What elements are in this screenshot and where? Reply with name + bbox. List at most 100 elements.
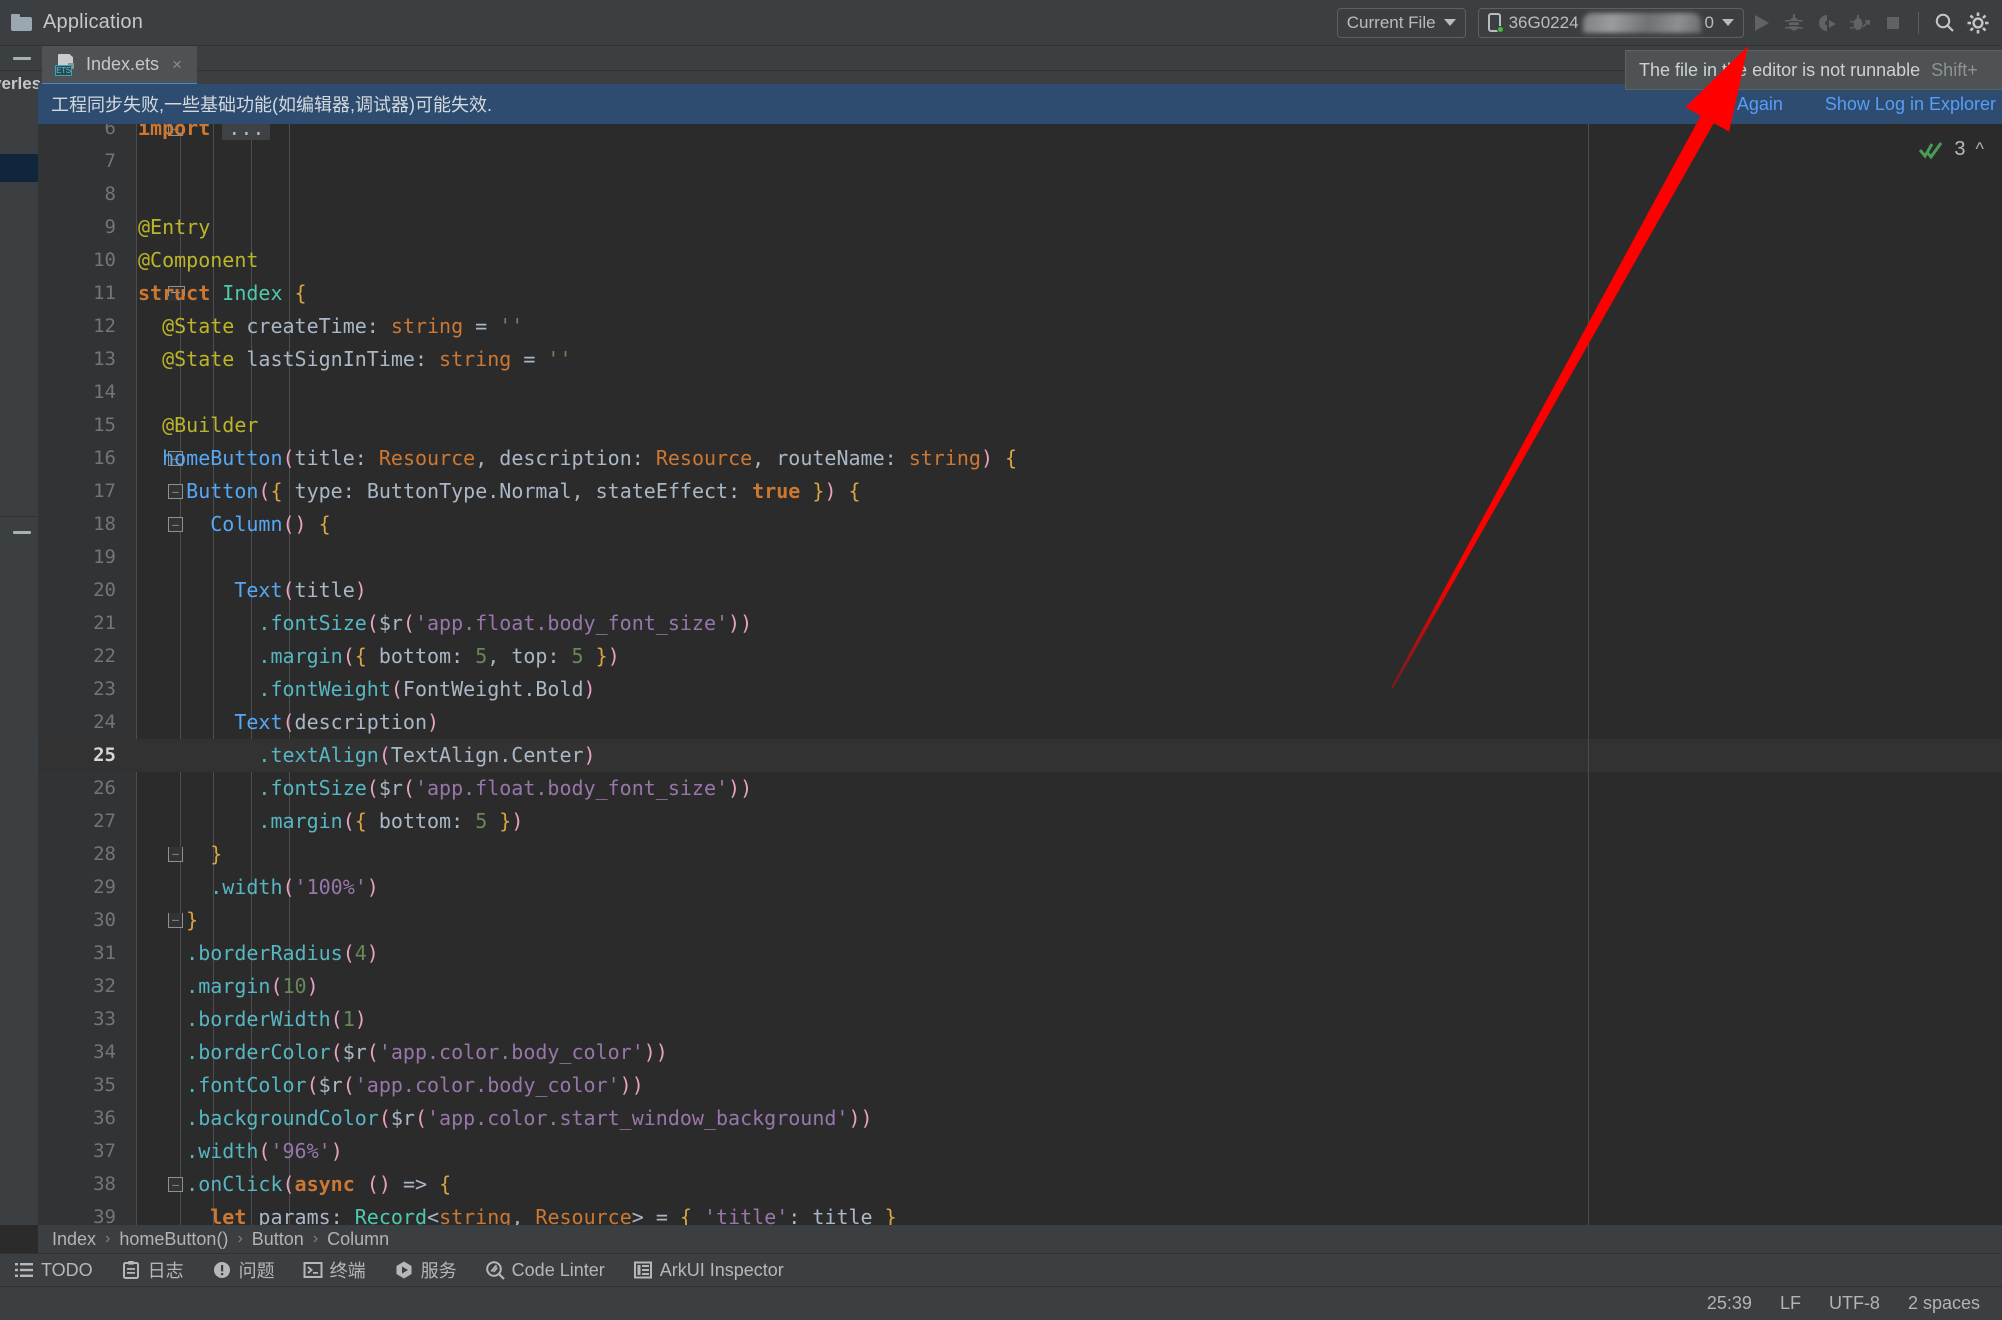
run-button[interactable] [1744,6,1777,40]
code-line[interactable]: 24 Text(description) [38,706,2002,739]
banner-message: 工程同步失败,一些基础功能(如编辑器,调试器)可能失效. [51,95,492,115]
chevron-up-icon[interactable]: ^ [1976,139,1984,160]
line-number: 7 [104,150,116,172]
breadcrumb-item[interactable]: Button [252,1229,304,1250]
code-line[interactable]: 13 @State lastSignInTime: string = '' [38,343,2002,376]
editor-splitter[interactable] [1588,124,1589,1225]
code-line[interactable]: 39 let params: Record<string, Resource> … [38,1201,2002,1225]
code-line[interactable]: 34 .borderColor($r('app.color.body_color… [38,1036,2002,1069]
code-line[interactable]: 9 @Entry [38,211,2002,244]
code-line[interactable]: 12 @State createTime: string = '' [38,310,2002,343]
profile-button[interactable] [1843,6,1876,40]
code-token: => [390,1172,440,1196]
code-editor[interactable]: 6– import ... 7 8 9 @Entry 10 @Component 11 struc… [38,124,2002,1225]
line-number: 9 [104,216,116,238]
code-line[interactable]: 31 .borderRadius(4) [38,937,2002,970]
code-line[interactable]: 8 [38,178,2002,211]
code-line[interactable]: 11 struct Index { [38,277,2002,310]
code-token: )) [619,1073,644,1097]
code-text: } [138,838,222,871]
code-token: } [138,908,199,932]
code-line[interactable]: 14 [38,376,2002,409]
indent-setting[interactable]: 2 spaces [1908,1293,1980,1314]
search-everywhere-button[interactable] [1928,6,1961,40]
tool-window-arkui-inspector[interactable]: ArkUI Inspector [619,1254,798,1287]
code-line[interactable]: 19 [38,541,2002,574]
minus-icon[interactable] [13,531,31,534]
code-line[interactable]: 28– } [38,838,2002,871]
debug-button[interactable] [1777,6,1810,40]
code-line[interactable]: 17– Button({ type: ButtonType.Normal, st… [38,475,2002,508]
tab-index-ets[interactable]: ETS Index.ets × [42,46,197,86]
code-line[interactable]: 16– homeButton(title: Resource, descript… [38,442,2002,475]
code-line[interactable]: 33 .borderWidth(1) [38,1003,2002,1036]
code-text: } [138,904,198,937]
code-token: ( [330,1007,343,1031]
caret-position[interactable]: 25:39 [1707,1293,1752,1314]
terminal-icon [303,1260,323,1280]
tool-window-todo[interactable]: TODO [0,1254,107,1287]
code-line[interactable]: 10 @Component [38,244,2002,277]
show-log-in-explorer-link[interactable]: Show Log in Explorer [1825,94,1996,115]
code-line[interactable]: 36 .backgroundColor($r('app.color.start_… [38,1102,2002,1135]
code-content[interactable]: 6– import ... 7 8 9 @Entry 10 @Component 11 struc… [38,124,2002,1225]
breadcrumb-item[interactable]: Index [52,1229,96,1250]
code-line[interactable]: 26 .fontSize($r('app.float.body_font_siz… [38,772,2002,805]
code-line[interactable]: 25 .textAlign(TextAlign.Center) [38,739,2002,772]
code-token: { [836,479,861,503]
tool-window-终端[interactable]: 终端 [289,1254,380,1287]
code-line[interactable]: 20 Text(title) [38,574,2002,607]
code-token: ( [270,974,283,998]
tool-window-服务[interactable]: 服务 [380,1254,471,1287]
code-token: ( [342,644,355,668]
code-line[interactable]: 21 .fontSize($r('app.float.body_font_siz… [38,607,2002,640]
inspection-widget[interactable]: 3 ^ [1918,138,1984,161]
tool-window-日志[interactable]: 日志 [107,1254,198,1287]
try-again-link[interactable]: Try Again [1708,94,1783,115]
breadcrumb-separator: › [105,1230,111,1247]
breadcrumb-item[interactable]: Column [327,1229,389,1250]
code-token: @Component [138,248,259,272]
tool-window-label: 问题 [238,1261,275,1281]
settings-button[interactable] [1961,6,1994,40]
file-encoding[interactable]: UTF-8 [1829,1293,1880,1314]
run-with-coverage-button[interactable] [1810,6,1843,40]
breadcrumb-item[interactable]: homeButton() [119,1229,228,1250]
banner-actions: Try Again Show Log in Explorer [1708,94,2002,115]
left-panel-selected-item[interactable] [0,154,38,182]
code-token: ButtonType.Normal [366,479,572,503]
device-selector[interactable]: 36G0224 0 [1477,7,1744,38]
code-token: .onClick [138,1172,283,1196]
code-line[interactable]: 30– } [38,904,2002,937]
line-number: 23 [93,678,116,700]
code-line[interactable]: 15 @Builder [38,409,2002,442]
ets-badge-label: ETS [55,64,72,76]
code-line[interactable]: 27 .margin({ bottom: 5 }) [38,805,2002,838]
code-token: 'app.color.start_window_background' [427,1106,849,1130]
code-line[interactable]: 22 .margin({ bottom: 5, top: 5 }) [38,640,2002,673]
code-line[interactable]: 38– .onClick(async () => { [38,1168,2002,1201]
code-token: Resource [655,446,753,470]
code-token: @Entry [138,215,211,239]
tool-window-问题[interactable]: 问题 [198,1254,289,1287]
code-token: : [342,479,367,503]
code-line[interactable]: 32 .margin(10) [38,970,2002,1003]
code-line[interactable]: 6– import ... [38,124,2002,145]
line-number: 35 [93,1074,116,1096]
run-configuration-selector[interactable]: Current File [1336,7,1466,38]
stop-button[interactable] [1876,6,1909,40]
code-line[interactable]: 37 .width('96%') [38,1135,2002,1168]
line-separator[interactable]: LF [1780,1293,1801,1314]
code-line[interactable]: 29 .width('100%') [38,871,2002,904]
breadcrumb-separator: › [237,1230,243,1247]
close-icon[interactable]: × [172,55,182,75]
code-line[interactable]: 18– Column() { [38,508,2002,541]
code-line[interactable]: 23 .fontWeight(FontWeight.Bold) [38,673,2002,706]
code-token: '100%' [294,875,367,899]
code-token: () [282,512,307,536]
tab-label: Index.ets [86,54,160,74]
minus-icon[interactable] [13,57,31,60]
tool-window-code-linter[interactable]: Code Linter [471,1254,619,1287]
code-line[interactable]: 35 .fontColor($r('app.color.body_color')… [38,1069,2002,1102]
code-line[interactable]: 7 [38,145,2002,178]
